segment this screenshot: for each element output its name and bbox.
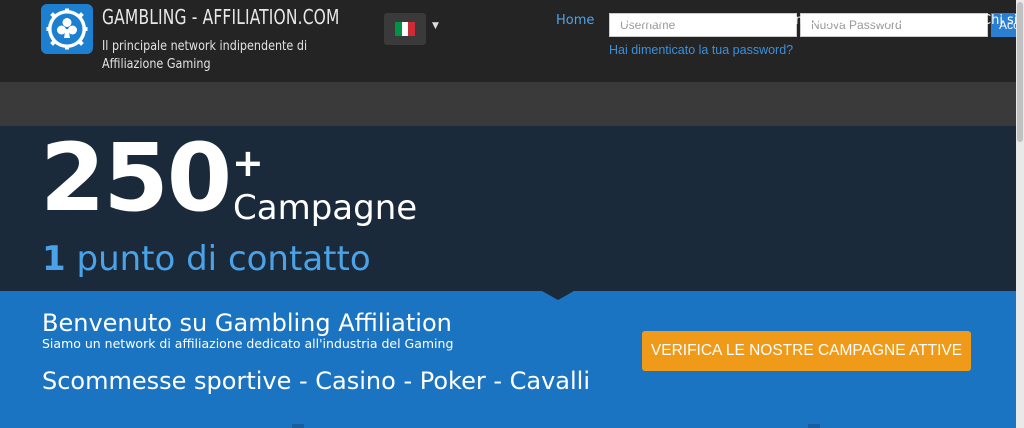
nav-item-affiliati[interactable]: Affiliati <box>619 13 664 28</box>
site-tagline: Il principale network indipendente di Af… <box>102 39 308 72</box>
welcome-title: Benvenuto su Gambling Affiliation <box>42 309 452 337</box>
page: GAMBLING - AFFILIATION.COM Il principale… <box>0 0 1024 428</box>
nav-item-home[interactable]: Home <box>556 13 594 28</box>
scrollbar-thumb[interactable] <box>1017 2 1023 142</box>
plus-sign: + <box>232 141 264 185</box>
main-nav <box>0 82 1024 126</box>
nav-item-reclutamento[interactable]: Reclutamento <box>869 13 959 28</box>
site-name[interactable]: GAMBLING - AFFILIATION.COM <box>102 5 340 29</box>
contact-text: punto di contatto <box>76 239 371 279</box>
hero-notch <box>542 291 574 300</box>
forgot-password-link[interactable]: Hai dimenticato la tua password? <box>609 43 793 57</box>
nav-item-campagne[interactable]: Campagne <box>778 13 848 28</box>
nav-item-operatori[interactable]: Operatori <box>692 13 754 28</box>
gaming-categories: Scommesse sportive - Casino - Poker - Ca… <box>42 367 591 395</box>
campaigns-word: Campagne <box>233 188 418 228</box>
bottom-tick <box>808 424 820 428</box>
welcome-subtitle: Siamo un network di affiliazione dedicat… <box>42 336 454 351</box>
contact-count: 1 <box>42 239 66 279</box>
campaign-count: 250 <box>40 124 232 233</box>
language-selector[interactable] <box>384 13 426 45</box>
bottom-tick <box>292 424 304 428</box>
active-campaigns-button[interactable]: VERIFICA LE NOSTRE CAMPAGNE ATTIVE <box>642 331 971 371</box>
caret-down-icon[interactable]: ▼ <box>432 21 439 31</box>
contact-line: 1 punto di contatto <box>42 240 371 278</box>
italy-flag-icon <box>395 22 416 36</box>
poker-chip-club-icon[interactable] <box>41 4 93 54</box>
